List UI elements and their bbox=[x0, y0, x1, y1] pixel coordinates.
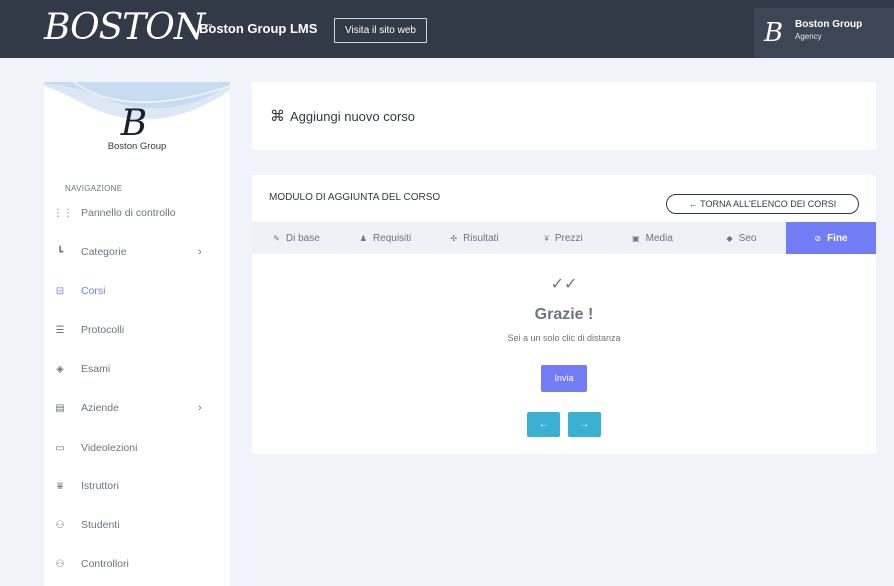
tab-label: Risultati bbox=[463, 232, 499, 244]
tab-label: Requisiti bbox=[372, 232, 412, 244]
sidebar-item-label: Controllori bbox=[81, 558, 129, 570]
sidebar-item-pannello-di-controllo[interactable]: ⋮⋮ Pannello di controllo bbox=[44, 201, 230, 225]
grid-icon: ⋮⋮ bbox=[53, 207, 73, 219]
arrow-left-icon: ← bbox=[538, 419, 549, 430]
double-check-icon: ✓✓ bbox=[550, 276, 578, 293]
users-icon: ⚇ bbox=[55, 519, 65, 531]
sidebar-item-aziende[interactable]: ▤ Aziende › bbox=[44, 396, 230, 420]
sidebar-item-label: Aziende bbox=[81, 402, 119, 414]
tree-icon: ┗ bbox=[56, 246, 64, 258]
app-title[interactable]: Boston Group LMS bbox=[199, 21, 317, 36]
sidebar-item-videolezioni[interactable]: ▭ Videolezioni bbox=[44, 436, 230, 460]
tag-icon: ◆ bbox=[726, 233, 733, 243]
sidebar-logo: B bbox=[120, 103, 148, 144]
sidebar-item-label: Videolezioni bbox=[81, 442, 138, 454]
tab-label: Prezzi bbox=[554, 232, 583, 244]
sidebar-item-label: Istruttori bbox=[81, 480, 119, 492]
profile-menu[interactable]: B Boston Group Agency bbox=[754, 8, 894, 58]
video-icon: ▭ bbox=[55, 442, 65, 454]
tab-label: Di base bbox=[285, 232, 320, 244]
page-header-card: ⌘ Aggiungi nuovo corso bbox=[252, 82, 876, 150]
sidebar-brand: Boston Group bbox=[107, 141, 167, 152]
brand-logo[interactable]: BOSTON™ bbox=[44, 7, 213, 48]
nav-heading: NAVIGAZIONE bbox=[65, 184, 123, 193]
graduation-icon: ◈ bbox=[56, 363, 64, 375]
tab-fine[interactable]: ⊘ Fine bbox=[786, 222, 876, 254]
tab-label: Media bbox=[645, 232, 673, 244]
currency-icon: ¥ bbox=[544, 233, 549, 243]
tab-prezzi[interactable]: ¥ Prezzi bbox=[519, 222, 608, 254]
list-icon: ☰ bbox=[55, 324, 65, 336]
pencil-icon: ✎ bbox=[273, 233, 280, 243]
tab-label: Fine bbox=[827, 232, 848, 244]
sidebar: B Boston Group NAVIGAZIONE ⋮⋮ Pannello di… bbox=[44, 82, 230, 586]
tab-di-base[interactable]: ✎ Di base bbox=[252, 222, 341, 254]
sidebar-item-label: Categorie bbox=[81, 246, 127, 258]
page-title-text: Aggiungi nuovo corso bbox=[290, 108, 416, 124]
tab-risultati[interactable]: ✣ Risultati bbox=[430, 222, 519, 254]
sidebar-item-categorie[interactable]: ┗ Categorie › bbox=[44, 240, 230, 264]
controllers-icon: ⚇ bbox=[55, 558, 65, 570]
sidebar-item-label: Studenti bbox=[81, 519, 120, 531]
sidebar-item-esami[interactable]: ◈ Esami bbox=[44, 357, 230, 381]
brand-logo-text: BOSTON bbox=[44, 7, 205, 48]
building-icon: ▤ bbox=[55, 402, 65, 414]
basket-icon: ⊟ bbox=[55, 285, 65, 297]
done-subtitle: Sei a un solo clic di distanza bbox=[507, 333, 621, 343]
form-title: MODULO DI AGGIUNTA DEL CORSO bbox=[269, 192, 441, 203]
bell-icon: ♟ bbox=[359, 233, 367, 243]
arrow-right-icon: → bbox=[579, 419, 590, 430]
chevron-right-icon: › bbox=[198, 246, 202, 258]
profile-name: Boston Group bbox=[795, 19, 863, 30]
previous-step-button[interactable]: ← bbox=[527, 412, 560, 437]
instructor-icon: ⩸ bbox=[56, 480, 64, 492]
sidebar-item-istruttori[interactable]: ⩸ Istruttori bbox=[44, 474, 230, 498]
avatar: B bbox=[764, 18, 784, 48]
sidebar-item-label: Pannello di controllo bbox=[81, 207, 176, 219]
sidebar-item-corsi[interactable]: ⊟ Corsi bbox=[44, 279, 230, 303]
tab-label: Seo bbox=[738, 232, 757, 244]
sidebar-item-label: Esami bbox=[81, 363, 111, 375]
profile-role: Agency bbox=[795, 32, 822, 41]
wizard-tabs: ✎ Di base ♟ Requisiti ✣ Risultati ¥ Prezzi ▣ Medi… bbox=[252, 222, 876, 254]
media-icon: ▣ bbox=[632, 233, 640, 243]
visit-website-button[interactable]: Visita il sito web bbox=[334, 18, 427, 43]
check-circle-icon: ⊘ bbox=[814, 233, 822, 243]
back-to-courses-button[interactable]: ← TORNA ALL'ELENCO DEI CORSI bbox=[666, 194, 859, 214]
course-form-card: MODULO DI AGGIUNTA DEL CORSO ← TORNA ALL… bbox=[252, 175, 876, 454]
sidebar-item-label: Corsi bbox=[81, 285, 106, 297]
chevron-right-icon: › bbox=[198, 402, 202, 414]
done-title: Grazie ! bbox=[534, 306, 594, 323]
sidebar-item-label: Protocolli bbox=[81, 324, 125, 336]
target-icon: ✣ bbox=[450, 233, 458, 243]
tab-media[interactable]: ▣ Media bbox=[608, 222, 697, 254]
tab-seo[interactable]: ◆ Seo bbox=[697, 222, 786, 254]
topbar: BOSTON™ Boston Group LMS Visita il sito … bbox=[0, 0, 894, 58]
sidebar-item-studenti[interactable]: ⚇ Studenti bbox=[44, 513, 230, 537]
command-icon: ⌘ bbox=[270, 108, 285, 125]
next-step-button[interactable]: → bbox=[568, 412, 601, 437]
submit-button[interactable]: Invia bbox=[541, 365, 587, 392]
page-title: ⌘ Aggiungi nuovo corso bbox=[270, 107, 415, 125]
tab-requisiti[interactable]: ♟ Requisiti bbox=[341, 222, 430, 254]
sidebar-item-protocolli[interactable]: ☰ Protocolli bbox=[44, 318, 230, 342]
sidebar-item-controllori[interactable]: ⚇ Controllori bbox=[44, 552, 230, 576]
